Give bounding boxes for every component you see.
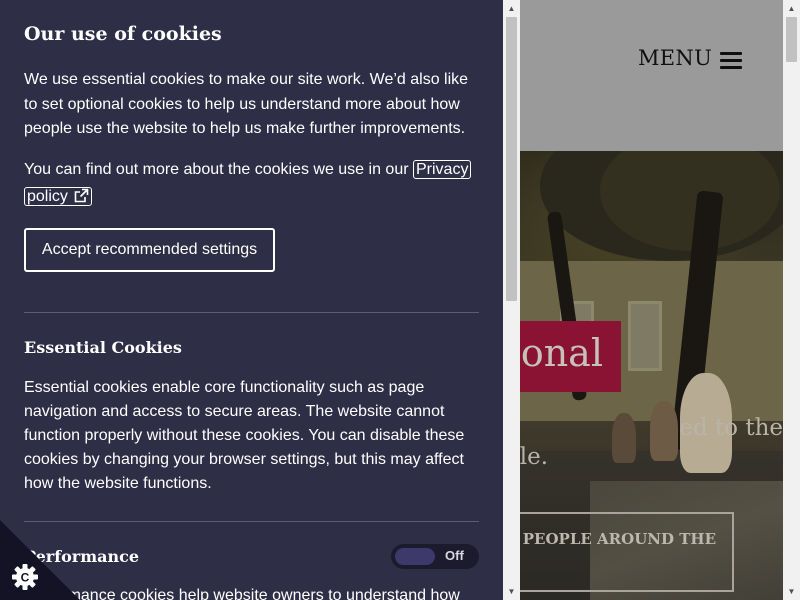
more-info-text: You can find out more about the cookies …	[24, 161, 413, 178]
external-link-icon	[74, 188, 89, 203]
cookie-more-info: You can find out more about the cookies …	[24, 156, 479, 210]
essential-cookies-text: Essential cookies enable core functional…	[24, 379, 465, 492]
scroll-up-arrow-icon[interactable]: ▲	[783, 0, 800, 17]
cookie-panel-scroll-thumb[interactable]	[506, 17, 517, 301]
hero-cta-button[interactable]: ER PEOPLE AROUND THE	[490, 512, 734, 592]
menu-button[interactable]: MENU	[638, 46, 743, 70]
hero-subtitle: ed to the ple.	[505, 415, 783, 470]
cookie-consent-panel: Our use of cookies We use essential cook…	[0, 0, 520, 600]
scroll-down-arrow-icon[interactable]: ▼	[783, 583, 800, 600]
hamburger-icon	[720, 51, 743, 69]
hero-cta-label: ER PEOPLE AROUND THE	[493, 530, 716, 548]
menu-label: MENU	[638, 46, 713, 70]
toggle-state-label: Off	[445, 548, 464, 563]
performance-text: Performance cookies help website owners …	[24, 587, 460, 600]
performance-toggle[interactable]: Off	[391, 544, 479, 569]
svg-text:C: C	[21, 571, 30, 585]
scroll-up-arrow-icon[interactable]: ▲	[503, 0, 520, 17]
essential-cookies-title: Essential Cookies	[24, 338, 182, 357]
divider	[24, 521, 479, 522]
hero-title-box: ational	[505, 321, 621, 392]
page-scrollbar[interactable]: ▲ ▼	[783, 0, 800, 600]
cookie-intro-text: We use essential cookies to make our sit…	[24, 71, 469, 137]
cookie-panel-title: Our use of cookies	[24, 23, 222, 45]
toggle-knob	[395, 548, 435, 565]
divider	[24, 312, 479, 313]
accept-recommended-button[interactable]: Accept recommended settings	[24, 228, 275, 272]
cookie-icon: C	[0, 520, 80, 600]
cookie-settings-badge[interactable]: C	[0, 520, 80, 600]
page-scroll-thumb[interactable]	[786, 17, 797, 62]
scroll-down-arrow-icon[interactable]: ▼	[503, 583, 520, 600]
cookie-panel-scrollbar[interactable]: ▲ ▼	[503, 0, 520, 600]
